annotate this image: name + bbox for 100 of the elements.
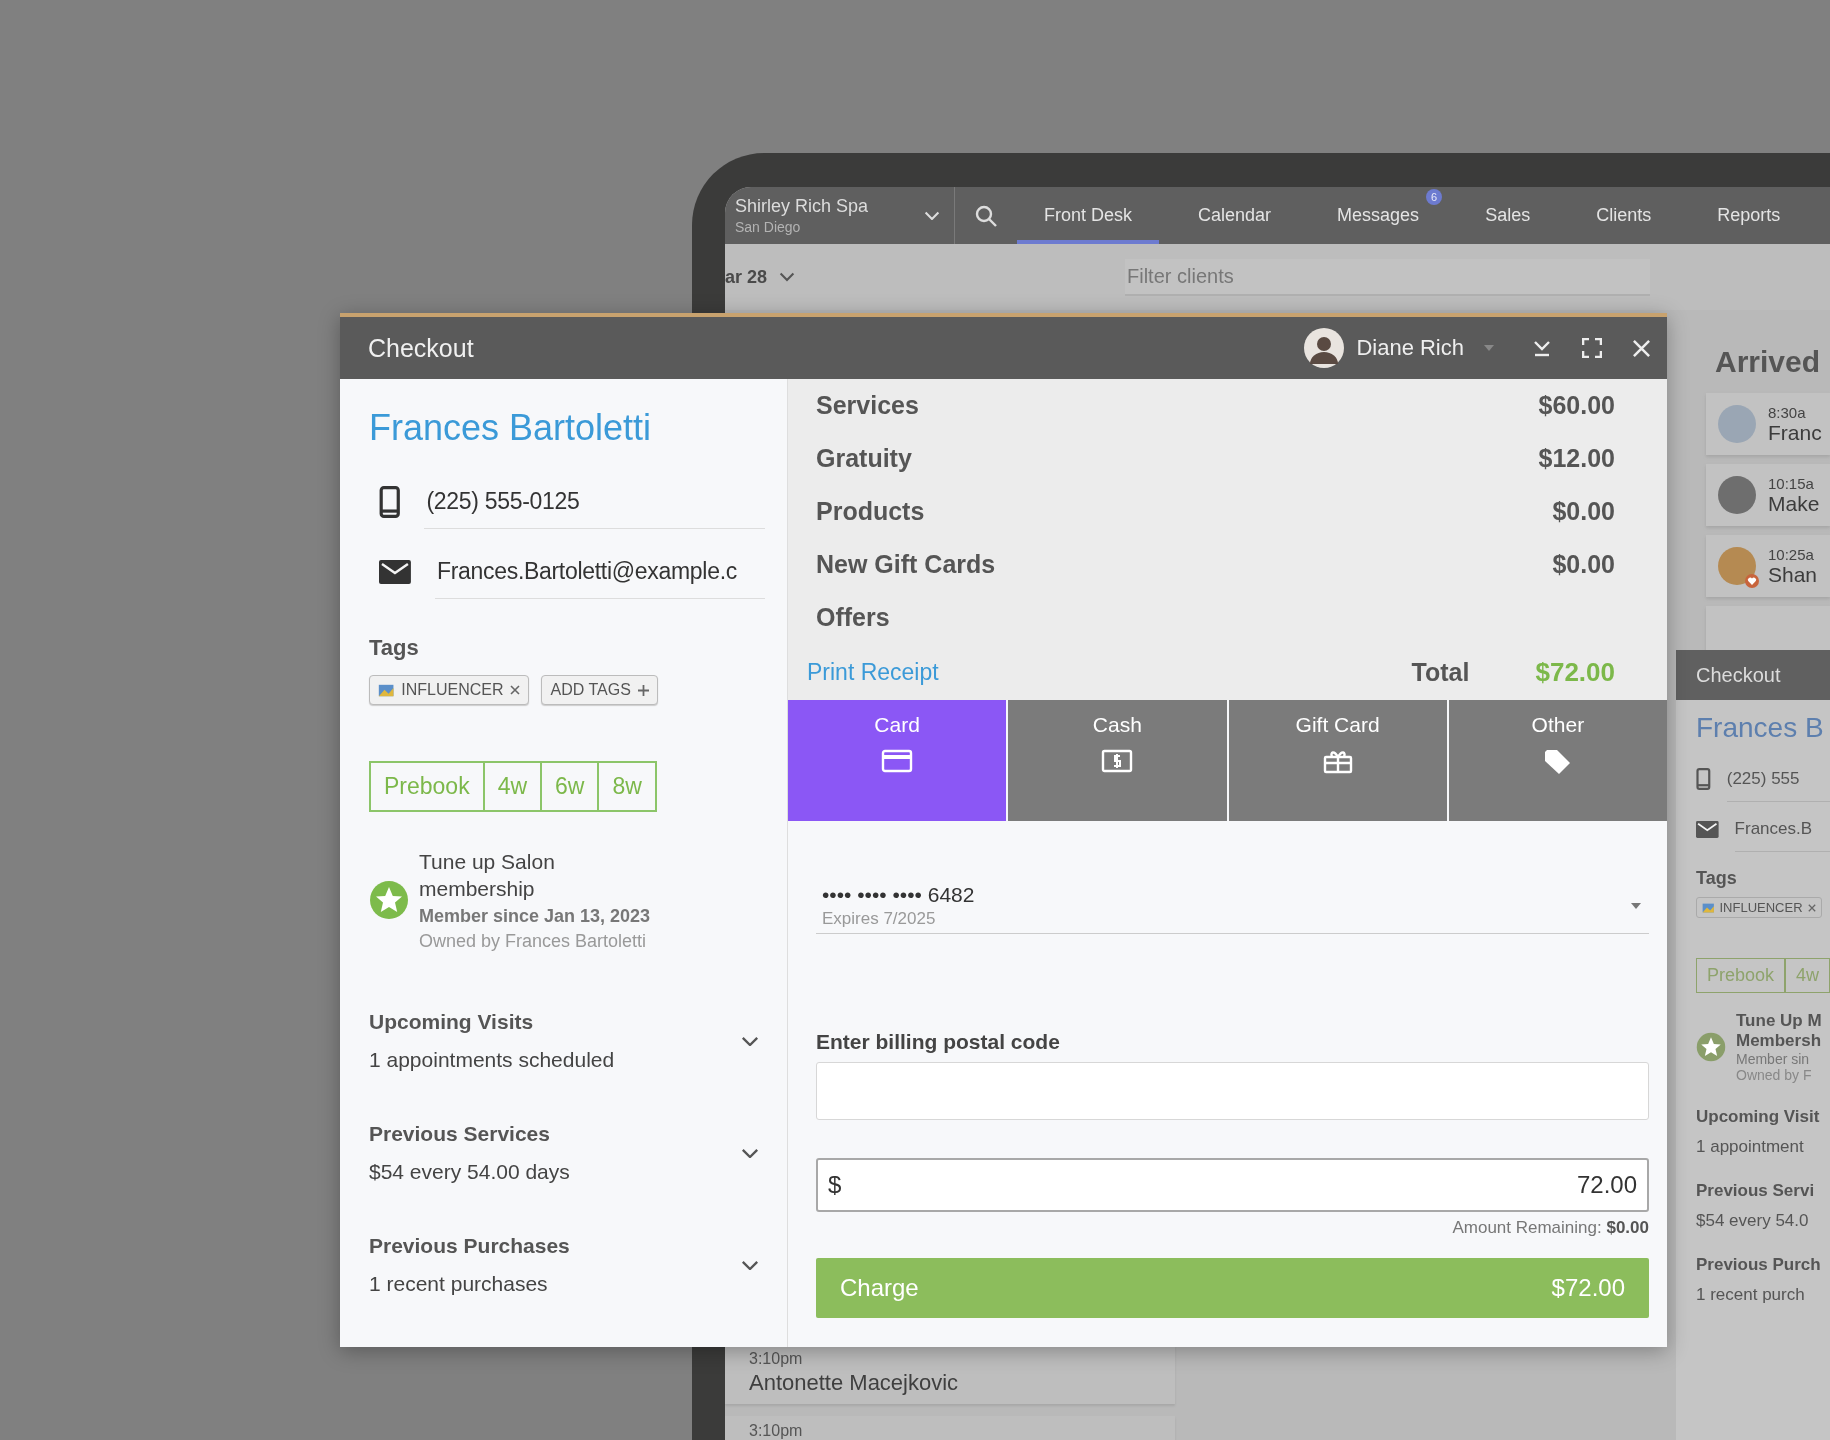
amount-remaining: Amount Remaining: $0.00 (1451, 1218, 1649, 1238)
phone-number: (225) 555 (1726, 756, 1830, 802)
caret-icon (1484, 345, 1494, 351)
client-name: Antonette Macejkovic (749, 1370, 960, 1396)
tag-chip[interactable]: INFLUENCER (1696, 897, 1822, 918)
client-name[interactable]: Frances Bartoletti (369, 407, 765, 449)
section-title: Previous Purch (1696, 1255, 1822, 1275)
arrival-card[interactable]: 10:15a Make (1706, 464, 1830, 526)
section-summary: $54 every 54.0 (1696, 1211, 1810, 1231)
chevron-down-icon[interactable] (741, 1147, 759, 1159)
arrival-time: 8:30a (1768, 403, 1807, 421)
arrival-time: 10:25a (1768, 545, 1815, 563)
payment-tab[interactable]: Gift Card (1228, 700, 1447, 821)
staff-selector[interactable]: Diane Rich (1304, 328, 1494, 368)
section-summary: 1 appointment (1696, 1137, 1805, 1157)
date-selector[interactable]: ar 28 (725, 266, 1125, 288)
arrival-card[interactable]: 10:25a Shan (1706, 535, 1830, 597)
location-name: Shirley Rich Spa (735, 196, 869, 217)
line-amount: $60.00 (1538, 391, 1615, 420)
payment-tab[interactable]: Card (788, 700, 1007, 821)
appointment-card[interactable]: 3:10pm (725, 1416, 1175, 1440)
section-summary: 1 recent purch (1696, 1285, 1806, 1305)
appointment-time: 3:10pm (749, 1350, 804, 1368)
total-label: Total (1411, 657, 1470, 687)
caret-icon (1631, 903, 1641, 909)
section-title: Previous Servi (1696, 1181, 1816, 1201)
line-amount: $0.00 (1552, 497, 1615, 526)
section-title: Arrived (1714, 344, 1822, 380)
membership-title: Tune up Salon membership (419, 849, 556, 902)
section-summary: 1 appointments scheduled (369, 1048, 615, 1072)
section-title: Previous Purchases (369, 1234, 570, 1258)
total-amount: $72.00 (1535, 656, 1615, 688)
add-tags-button[interactable]: ADD TAGS (541, 675, 658, 705)
email-address: Frances.B (1734, 806, 1830, 852)
section-title: Upcoming Visits (369, 1010, 535, 1034)
payment-tab[interactable]: Other (1448, 700, 1667, 821)
arrival-card[interactable]: 8:30a Franc (1706, 393, 1830, 455)
nav-tab[interactable]: Clients (1569, 187, 1679, 244)
membership-since: Member sin (1736, 1051, 1811, 1067)
line-label: Offers (816, 603, 890, 632)
client-name: Franc (1768, 420, 1822, 445)
field-label: Enter billing postal code (816, 1030, 1061, 1054)
membership-owner: Owned by F (1736, 1067, 1813, 1083)
client-name: Frances B (1696, 712, 1825, 744)
membership-title: Tune Up M Membersh (1736, 1011, 1822, 1051)
mail-icon (379, 560, 411, 584)
section-title: Previous Services (369, 1122, 551, 1146)
amount-field[interactable]: $ 72.00 (816, 1158, 1649, 1212)
fullscreen-icon[interactable] (1582, 338, 1602, 358)
remove-icon[interactable] (510, 685, 521, 695)
card-selector[interactable]: •••• •••• •••• 6482 Expires 7/2025 (816, 883, 1649, 934)
line-label: New Gift Cards (816, 550, 996, 579)
chevron-down-icon[interactable] (741, 1259, 759, 1271)
line-amount: $12.00 (1538, 444, 1615, 473)
phone-icon (379, 486, 401, 518)
section-title: Upcoming Visit (1696, 1107, 1821, 1127)
window-title: Checkout (368, 333, 475, 363)
mail-icon (1696, 820, 1719, 838)
credit-card-icon (881, 748, 914, 775)
chevron-down-icon[interactable] (741, 1035, 759, 1047)
email-field[interactable]: Frances.Bartoletti@example.c (434, 545, 765, 599)
client-name: Shan (1768, 562, 1818, 587)
appointment-time: 3:10pm (749, 1422, 804, 1440)
nav-tab[interactable]: Reports (1690, 187, 1808, 244)
tags-label: Tags (369, 635, 420, 661)
count-badge: 6 (1426, 189, 1443, 205)
minimize-icon[interactable] (1532, 338, 1552, 358)
postal-code-field[interactable] (816, 1062, 1649, 1120)
line-label: Services (816, 391, 919, 420)
phone-field[interactable]: (225) 555-0125 (424, 475, 765, 529)
line-amount: $0.00 (1552, 550, 1615, 579)
appointment-card[interactable]: 3:10pm Antonette Macejkovic (725, 1344, 1175, 1404)
gift-icon (1321, 748, 1354, 775)
membership-owner: Owned by Frances Bartoletti (419, 931, 648, 952)
location-city: San Diego (735, 219, 802, 235)
print-receipt-link[interactable]: Print Receipt (807, 658, 1412, 686)
arrival-time: 10:15a (1768, 474, 1815, 492)
heart-icon (1745, 574, 1759, 588)
phone-icon (1696, 768, 1711, 790)
panel-title: Checkout (1676, 650, 1830, 700)
nav-tab[interactable]: Messages 6 (1310, 187, 1447, 244)
section-summary: 1 recent purchases (369, 1272, 549, 1296)
remove-icon[interactable] (1807, 903, 1816, 912)
nav-tab[interactable]: Calendar (1171, 187, 1299, 244)
line-label: Gratuity (816, 444, 912, 473)
filter-field[interactable]: Filter clients (1125, 258, 1650, 296)
payment-tab[interactable]: Cash (1008, 700, 1227, 821)
tag-chip[interactable]: INFLUENCER (369, 675, 530, 705)
membership-since: Member since Jan 13, 2023 (419, 906, 651, 927)
banknote-icon (1101, 748, 1134, 775)
client-name: Make (1768, 491, 1820, 516)
line-label: Products (816, 497, 925, 526)
plus-icon (637, 684, 649, 696)
tags-label: Tags (1696, 868, 1738, 889)
search-icon[interactable] (974, 203, 998, 228)
nav-tab[interactable]: Sales (1458, 187, 1558, 244)
section-summary: $54 every 54.00 days (369, 1160, 570, 1184)
chevron-down-icon[interactable] (779, 272, 796, 282)
avatar (1304, 328, 1345, 368)
close-icon[interactable] (1632, 338, 1651, 358)
